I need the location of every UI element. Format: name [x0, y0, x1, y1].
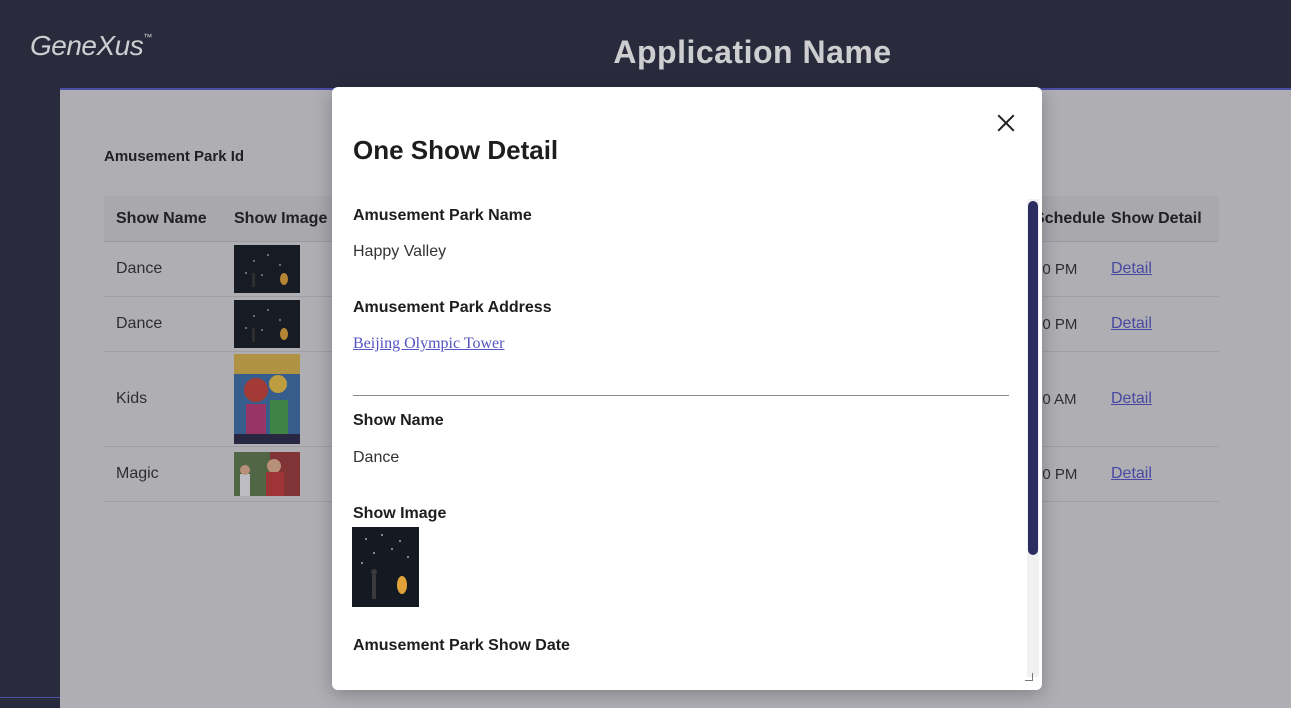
show-date-label: Amusement Park Show Date	[353, 637, 570, 654]
show-name-label: Show Name	[353, 412, 444, 429]
park-name-value: Happy Valley	[353, 243, 447, 260]
park-name-label: Amusement Park Name	[353, 207, 532, 224]
show-detail-dialog: One Show Detail Amusement Park Name Happ…	[332, 87, 1042, 690]
dialog-scrollbar-thumb[interactable]	[1028, 201, 1038, 555]
show-image-label: Show Image	[353, 505, 447, 522]
close-icon[interactable]	[994, 111, 1018, 135]
resize-grip-icon[interactable]	[1025, 673, 1033, 681]
dialog-title: One Show Detail	[353, 135, 559, 165]
park-address-label: Amusement Park Address	[353, 299, 552, 316]
park-address-link[interactable]: Beijing Olympic Tower	[353, 335, 504, 353]
show-image	[352, 527, 419, 607]
show-name-value: Dance	[353, 449, 400, 466]
section-divider	[353, 395, 1009, 396]
